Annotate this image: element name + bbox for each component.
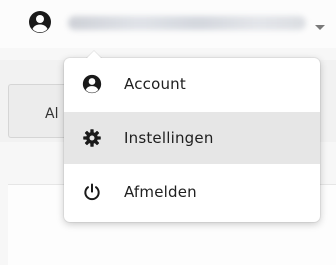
- menu-item-label: Afmelden: [124, 183, 197, 201]
- power-icon: [84, 183, 100, 201]
- user-circle-icon[interactable]: [28, 10, 52, 34]
- menu-item-instellingen[interactable]: Instellingen: [64, 112, 320, 164]
- user-circle-icon: [82, 74, 102, 94]
- user-name-redacted[interactable]: [68, 16, 306, 30]
- background-button-label: Al: [45, 106, 59, 122]
- menu-item-label: Instellingen: [124, 129, 214, 147]
- menu-item-afmelden[interactable]: Afmelden: [64, 166, 320, 218]
- top-bar: [0, 0, 336, 48]
- user-dropdown-menu: Account Instellingen Afmelden: [64, 51, 320, 222]
- gear-icon: [83, 129, 101, 147]
- caret-down-icon[interactable]: [315, 25, 325, 30]
- background-button[interactable]: [8, 84, 69, 138]
- menu-item-account[interactable]: Account: [64, 58, 320, 110]
- menu-item-label: Account: [124, 75, 186, 93]
